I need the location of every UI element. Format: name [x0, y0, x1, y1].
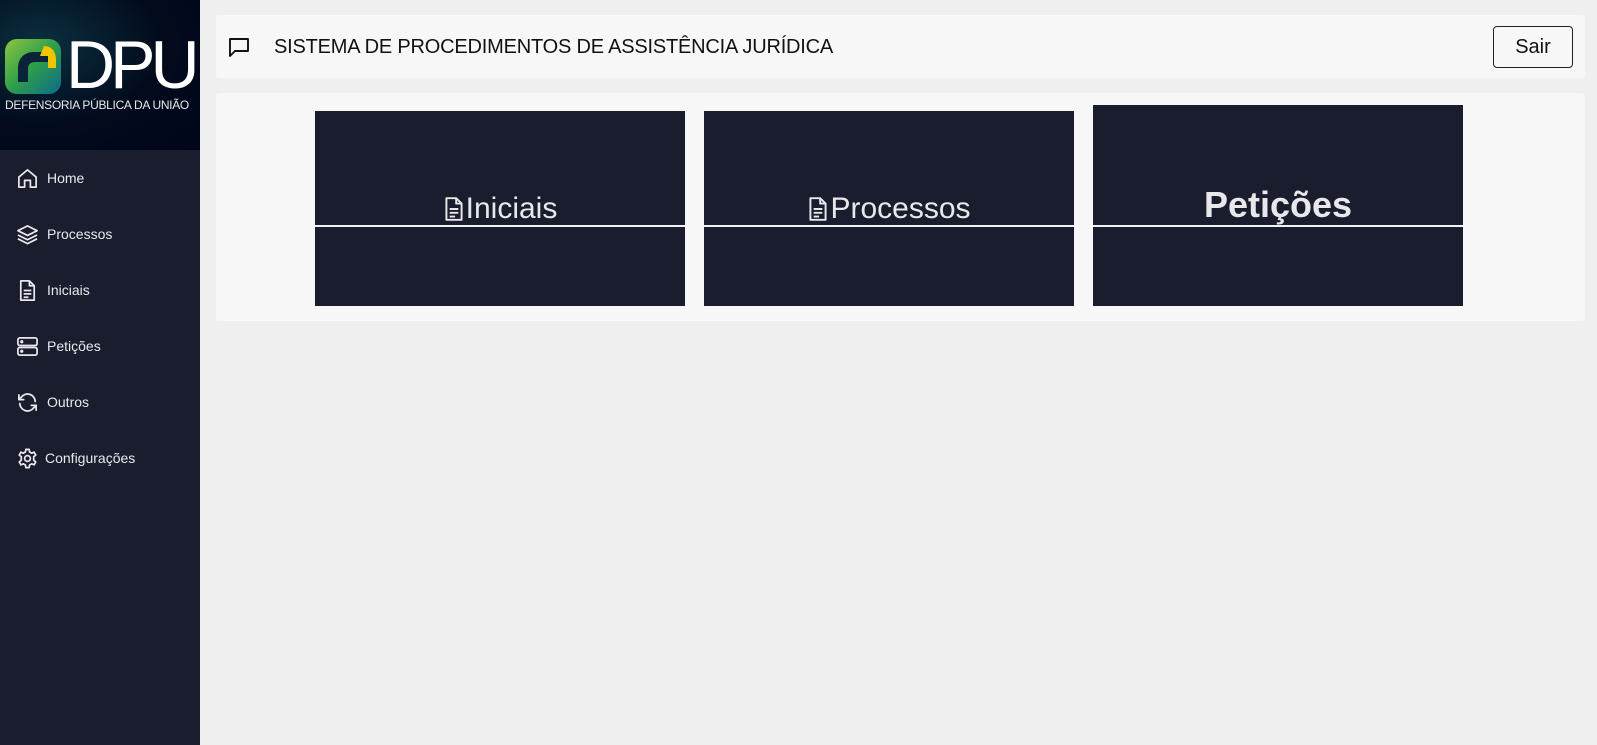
- card-label-text: Petições: [1203, 184, 1353, 225]
- cards-panel: Iniciais Processos Petições: [216, 93, 1585, 321]
- sidebar-item-label: Configurações: [45, 450, 136, 466]
- document-icon: [809, 197, 828, 221]
- sidebar-item-peticoes[interactable]: Petições: [0, 318, 200, 374]
- card-label-text: Processos: [830, 192, 971, 225]
- home-icon: [18, 168, 37, 188]
- refresh-icon: [18, 392, 37, 412]
- card-label-text: Iniciais: [465, 192, 558, 225]
- card-divider: [1093, 225, 1463, 227]
- sidebar-nav: Home Processos Iniciais Petições Outros …: [0, 150, 200, 486]
- card-label: Processos: [704, 189, 1074, 229]
- sidebar-item-processos[interactable]: Processos: [0, 206, 200, 262]
- card-iniciais[interactable]: Iniciais: [315, 111, 685, 306]
- dpu-logo-mark-icon: [5, 39, 61, 94]
- sidebar-item-label: Iniciais: [47, 282, 90, 298]
- dpu-logo[interactable]: DPU DEFENSORIA PÚBLICA DA UNIÃO: [0, 0, 200, 150]
- sidebar-item-label: Outros: [47, 394, 90, 410]
- gear-icon: [18, 448, 37, 468]
- sidebar-item-label: Home: [47, 170, 85, 186]
- sidebar-item-configuracoes[interactable]: Configurações: [0, 430, 200, 486]
- card-divider: [704, 225, 1074, 227]
- server-icon: [17, 336, 38, 356]
- document-icon: [19, 279, 36, 301]
- sidebar-item-outros[interactable]: Outros: [0, 374, 200, 430]
- card-divider: [315, 225, 685, 227]
- sidebar-item-home[interactable]: Home: [0, 150, 200, 206]
- sidebar-item-label: Processos: [47, 226, 113, 242]
- layers-icon: [17, 224, 38, 244]
- card-label: Iniciais: [315, 189, 685, 229]
- card-label: Petições: [1093, 184, 1463, 225]
- page-title: SISTEMA DE PROCEDIMENTOS DE ASSISTÊNCIA …: [274, 36, 834, 58]
- document-icon: [445, 197, 463, 221]
- dpu-wordmark: DPU: [66, 27, 200, 103]
- card-peticoes[interactable]: Petições: [1093, 105, 1463, 306]
- sidebar: DPU DEFENSORIA PÚBLICA DA UNIÃO Home Pro…: [0, 0, 200, 745]
- top-header: SISTEMA DE PROCEDIMENTOS DE ASSISTÊNCIA …: [216, 15, 1585, 78]
- dpu-subtitle: DEFENSORIA PÚBLICA DA UNIÃO: [5, 98, 189, 112]
- card-processos[interactable]: Processos: [704, 111, 1074, 306]
- sidebar-item-iniciais[interactable]: Iniciais: [0, 262, 200, 318]
- chat-icon: [229, 38, 249, 57]
- logout-button[interactable]: Sair: [1493, 26, 1573, 68]
- sidebar-item-label: Petições: [47, 338, 101, 354]
